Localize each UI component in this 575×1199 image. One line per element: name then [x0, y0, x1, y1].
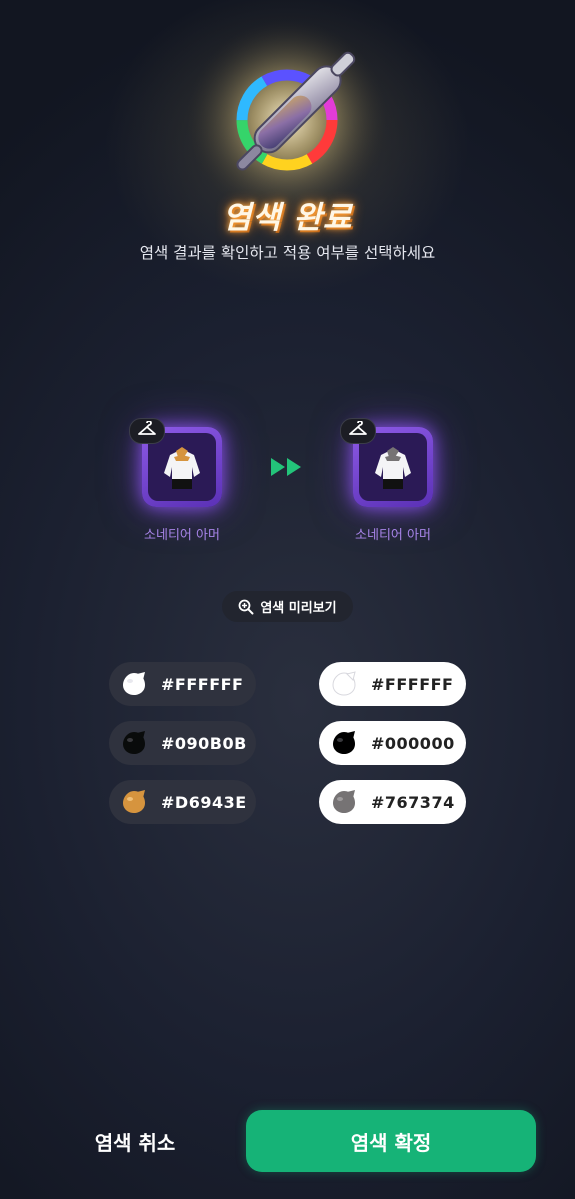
armor-icon	[375, 447, 411, 489]
item-name: 소네티어 아머	[355, 528, 431, 543]
color-chip-after-3: #767374	[319, 780, 466, 824]
item-name: 소네티어 아머	[144, 528, 220, 543]
color-hex: #D6943E	[161, 792, 247, 812]
double-arrow-right-icon	[271, 458, 301, 476]
hanger-icon	[340, 418, 376, 444]
color-hex: #FFFFFF	[371, 674, 454, 694]
dye-drop-icon	[333, 731, 355, 754]
color-hex: #FFFFFF	[161, 674, 244, 694]
armor-icon	[164, 447, 200, 489]
dye-bottle-rainbow-ring-icon	[187, 20, 387, 220]
color-chip-after-2: #000000	[319, 721, 466, 765]
dye-drop-icon	[123, 731, 145, 754]
hanger-glyph	[349, 420, 367, 435]
dye-drop-icon	[123, 672, 145, 695]
hanger-glyph	[138, 420, 156, 435]
dye-preview-button[interactable]: 염색 미리보기	[222, 591, 353, 622]
color-chip-before-3: #D6943E	[109, 780, 256, 824]
dye-drop-icon	[332, 671, 356, 696]
item-icon-armor-original	[148, 433, 216, 501]
dye-drop-icon	[333, 790, 355, 813]
color-chip-before-2: #090B0B	[109, 721, 256, 765]
color-hex: #767374	[371, 792, 455, 812]
dye-preview-label: 염색 미리보기	[260, 601, 337, 616]
dye-confirm-button[interactable]: 염색 확정	[246, 1110, 536, 1172]
item-icon-armor-dyed	[359, 433, 427, 501]
dye-cancel-button[interactable]: 염색 취소	[60, 1118, 210, 1164]
color-hex: #000000	[371, 733, 455, 753]
page-subtitle: 염색 결과를 확인하고 적용 여부를 선택하세요	[139, 244, 436, 262]
color-hex: #090B0B	[161, 733, 247, 753]
dye-drop-icon	[123, 790, 145, 813]
color-chip-after-1: #FFFFFF	[319, 662, 466, 706]
dye-result-screen: 염색 완료 염색 결과를 확인하고 적용 여부를 선택하세요 소네티어 아머 소…	[0, 0, 575, 1199]
hanger-icon	[129, 418, 165, 444]
color-chip-before-1: #FFFFFF	[109, 662, 256, 706]
zoom-in-icon	[238, 599, 254, 614]
page-title: 염색 완료	[222, 200, 353, 236]
